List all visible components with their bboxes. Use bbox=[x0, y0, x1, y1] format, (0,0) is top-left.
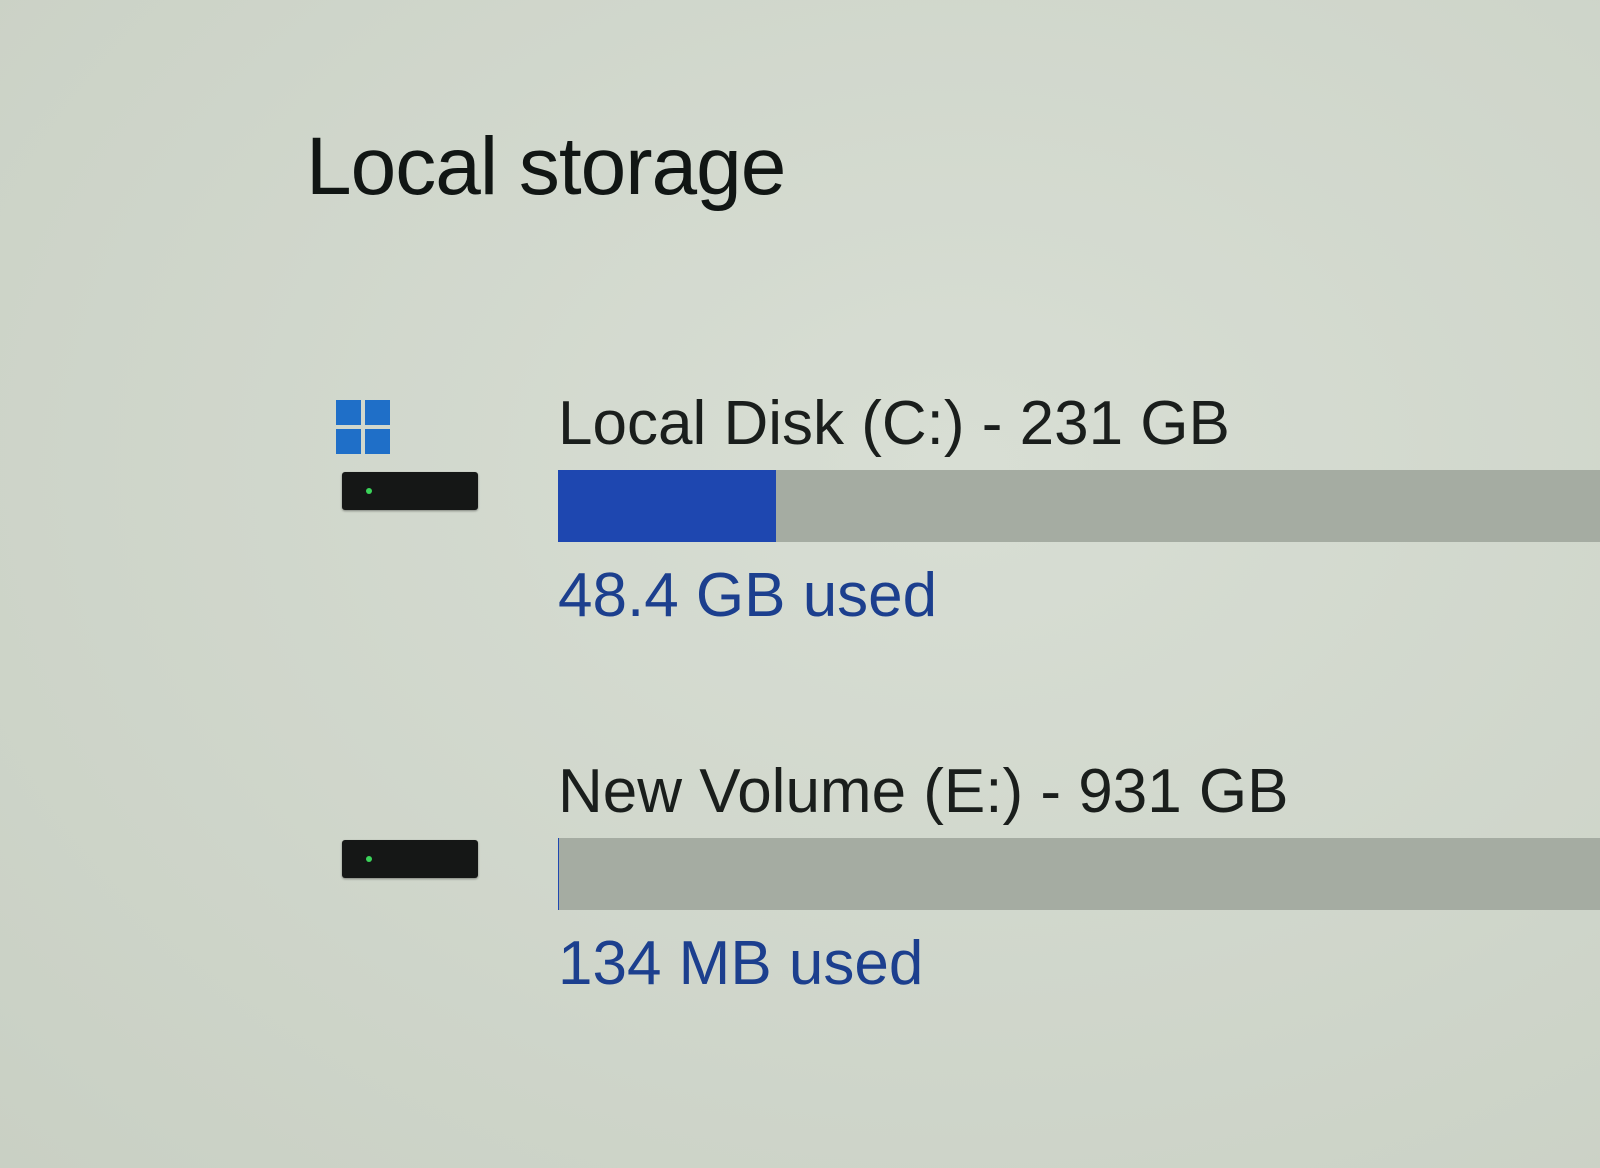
hard-drive-icon bbox=[342, 472, 478, 510]
storage-usage-bar bbox=[558, 838, 1600, 910]
drive-used-label: 48.4 GB used bbox=[558, 561, 938, 630]
drive-name: New Volume (E:) - 931 GB bbox=[558, 757, 1289, 826]
drive-activity-led bbox=[366, 856, 372, 862]
drive-name: Local Disk (C:) - 231 GB bbox=[558, 389, 1230, 458]
drive-activity-led bbox=[366, 488, 372, 494]
storage-usage-fill bbox=[558, 470, 777, 542]
windows-logo-icon bbox=[336, 400, 390, 454]
hard-drive-icon bbox=[342, 840, 478, 878]
storage-usage-bar bbox=[558, 470, 1600, 542]
section-title: Local storage bbox=[306, 121, 786, 212]
drive-used-label: 134 MB used bbox=[558, 929, 924, 998]
